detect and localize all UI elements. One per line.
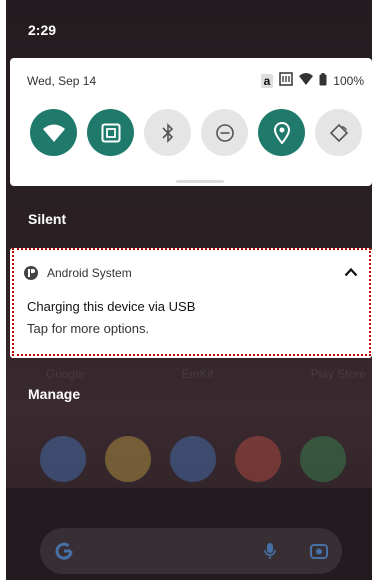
qs-date[interactable]: Wed, Sep 14	[27, 74, 96, 88]
gmail-icon	[235, 436, 281, 482]
calendar-icon	[170, 436, 216, 482]
battery-percent: 100%	[333, 73, 364, 88]
quick-settings-panel: Wed, Sep 14 a 100%	[10, 58, 372, 186]
home-label-emkit: EmKit	[181, 367, 214, 381]
qs-tiles	[30, 109, 362, 156]
home-label-google: Google	[46, 367, 85, 381]
photos-icon	[105, 436, 151, 482]
wifi-icon	[42, 124, 65, 142]
home-search-bar	[40, 528, 342, 574]
wifi-status-icon	[299, 73, 314, 88]
silent-section-header: Silent	[28, 211, 67, 227]
auto-rotate-icon	[329, 123, 348, 142]
usb-charging-notification[interactable]: Android System Charging this device via …	[10, 248, 372, 358]
notification-header: Android System	[24, 266, 132, 280]
location-tile[interactable]	[258, 109, 305, 156]
phone-screen: 2:29 Wed, Sep 14 a 100% Silent Android S…	[6, 0, 372, 580]
notification-title: Charging this device via USB	[27, 299, 196, 314]
wifi-tile[interactable]	[30, 109, 77, 156]
contacts-icon	[40, 436, 86, 482]
android-system-icon	[24, 266, 38, 280]
mic-icon	[264, 543, 276, 559]
google-g-icon	[55, 542, 73, 560]
nfc-tile[interactable]	[87, 109, 134, 156]
dnd-tile[interactable]	[201, 109, 248, 156]
collapse-chevron-icon[interactable]	[344, 264, 358, 282]
battery-icon	[319, 72, 327, 89]
bluetooth-tile[interactable]	[144, 109, 191, 156]
manage-button[interactable]: Manage	[28, 386, 80, 402]
home-app-labels: Google EmKit Play Store	[46, 367, 366, 381]
nfc-status-icon	[279, 72, 294, 89]
notification-app-name: Android System	[47, 266, 132, 280]
home-label-play-store: Play Store	[310, 367, 366, 381]
qs-status-icons: a 100%	[260, 72, 364, 89]
lens-icon	[310, 544, 328, 559]
status-time: 2:29	[28, 22, 57, 38]
do-not-disturb-icon	[215, 123, 234, 142]
auto-rotate-tile[interactable]	[315, 109, 362, 156]
location-icon	[273, 121, 290, 144]
nfc-icon	[101, 123, 120, 142]
notification-text: Tap for more options.	[27, 321, 150, 336]
bluetooth-icon	[161, 122, 173, 143]
panel-drag-handle[interactable]	[176, 180, 224, 183]
amazon-badge: a	[260, 73, 274, 88]
home-dock	[40, 436, 346, 482]
chrome-icon	[300, 436, 346, 482]
